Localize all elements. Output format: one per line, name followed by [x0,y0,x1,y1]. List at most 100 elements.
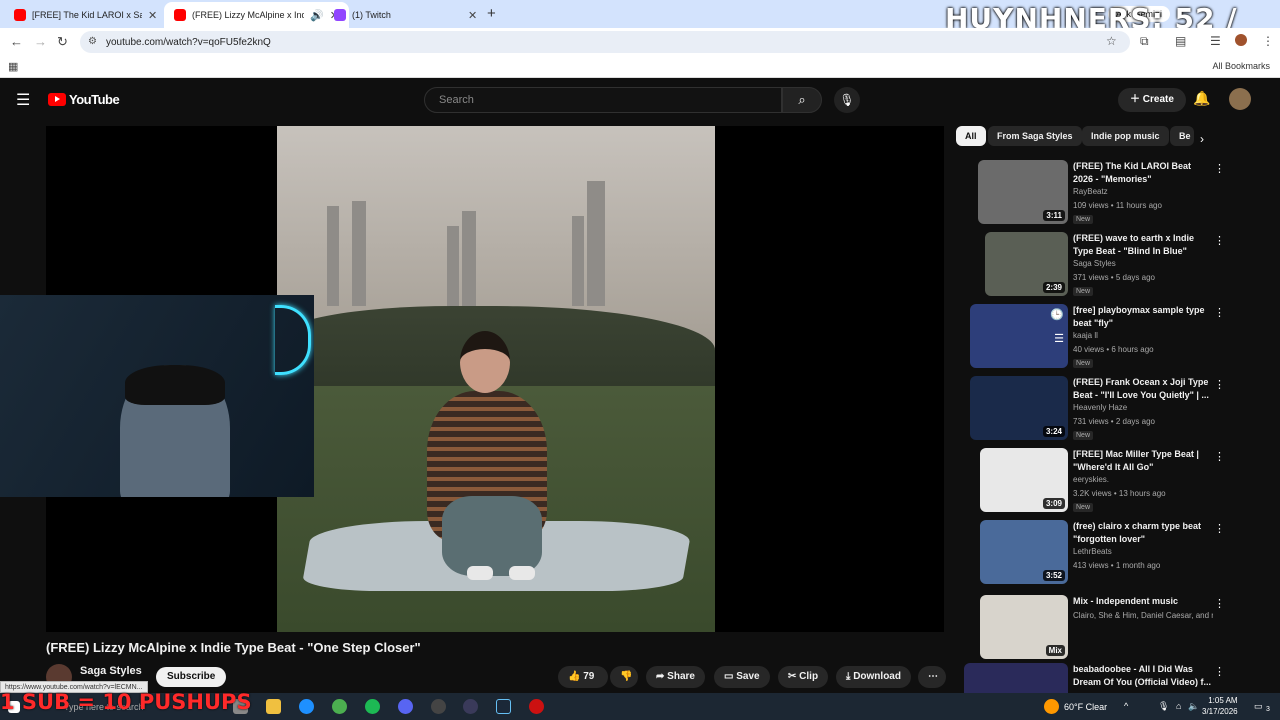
share-button[interactable]: ➦ Share [646,666,705,688]
recommendation-item[interactable]: Mix Mix - Independent music Clairo, She … [956,595,1228,663]
notifications-icon[interactable]: ▭ [1254,701,1263,712]
obs-icon[interactable] [431,699,446,714]
chevron-right-icon[interactable]: › [1200,132,1204,146]
site-info-icon[interactable]: ⚙ [88,36,97,47]
app-icon[interactable] [463,699,478,714]
file-explorer-icon[interactable] [266,699,281,714]
recommendation-title[interactable]: [free] playboymax sample type beat "fly" [1073,304,1213,330]
spotify-icon[interactable] [365,699,380,714]
more-vert-icon[interactable]: ⋮ [1214,597,1225,610]
menu-dots-icon[interactable]: ⋮ [1262,34,1274,48]
new-tab-icon[interactable]: + [487,5,496,22]
recommendation-title[interactable]: beabadoobee - All I Did Was Dream Of You… [1073,663,1213,689]
recommendation-channel[interactable]: eeryskies. [1073,475,1109,484]
video-thumbnail[interactable]: 2:39 [985,232,1068,296]
save-button[interactable]: ▭ Save [714,666,770,688]
recommendation-title[interactable]: (FREE) Frank Ocean x Joji Type Beat - "I… [1073,376,1213,402]
recommendation-channel[interactable]: RayBeatz [1073,187,1108,196]
recommendation-item[interactable]: 3:11 (FREE) The Kid LAROI Beat 2026 - "M… [956,160,1228,228]
volume-icon[interactable]: 🔈 [1188,701,1199,712]
reading-list-icon[interactable]: ☰ [1210,34,1221,48]
recommendation-item[interactable]: 🕒 ☰ [free] playboymax sample type beat "… [956,304,1228,372]
hamburger-menu-icon[interactable]: ☰ [16,90,30,110]
more-vert-icon[interactable]: ⋮ [1214,162,1225,175]
opera-icon[interactable] [529,699,544,714]
recommendation-item[interactable]: 2:39 (FREE) wave to earth x Indie Type B… [956,232,1228,300]
apps-grid-icon[interactable]: ▦ [8,60,18,73]
dislike-button[interactable]: 👎 [610,666,638,688]
speaker-icon[interactable]: 🔊 [310,9,324,22]
microphone-tray-icon[interactable]: 🎙 [1158,701,1169,712]
recommendation-item[interactable]: 3:52 (free) clairo x charm type beat "fo… [956,520,1228,588]
chip-indie-pop-music[interactable]: Indie pop music [1082,126,1169,146]
video-thumbnail[interactable]: 3:09 [980,448,1068,512]
extensions-icon[interactable]: ⧉ [1140,34,1149,49]
voice-search-button[interactable]: 🎙 [834,87,860,113]
recommendation-title[interactable]: (FREE) wave to earth x Indie Type Beat -… [1073,232,1213,258]
video-thumbnail[interactable]: 🕒 ☰ [970,304,1068,368]
browser-tab-active[interactable]: (FREE) Lizzy McAlpine x Indi 🔊 ✕ [164,2,349,28]
recommendation-title[interactable]: [FREE] Mac Miller Type Beat | "Where'd I… [1073,448,1213,474]
address-bar[interactable]: ⚙ youtube.com/watch?v=qoFU5fe2knQ [80,31,1130,53]
video-thumbnail[interactable]: 3:11 [978,160,1068,224]
back-icon[interactable]: ← [10,34,23,49]
subscribe-button[interactable]: Subscribe [156,667,227,687]
create-button[interactable]: ＋ Create [1118,88,1186,112]
discord-icon[interactable] [398,699,413,714]
browser-tab[interactable]: (1) Twitch ✕ [324,2,487,28]
channel-name[interactable]: Saga Styles [80,665,142,677]
search-button[interactable]: ⌕ [782,87,822,113]
chip-partial[interactable]: Be [1170,126,1194,146]
more-vert-icon[interactable]: ⋮ [1214,378,1225,391]
chip-from-saga-styles[interactable]: From Saga Styles [988,126,1082,146]
more-vert-icon[interactable]: ⋮ [1214,522,1225,535]
youtube-logo[interactable]: YouTube [48,92,120,107]
watch-later-icon[interactable]: 🕒 [1050,308,1064,321]
search-input[interactable]: Search [424,87,782,113]
download-button[interactable]: ⤓ Download [836,666,911,688]
tray-chevron-icon[interactable]: ^ [1124,701,1128,711]
close-icon[interactable]: ✕ [468,9,477,22]
create-label: Create [1142,94,1174,105]
more-vert-icon[interactable]: ⋮ [1214,665,1225,678]
bookmark-star-icon[interactable]: ☆ [1106,34,1117,48]
recommendation-title[interactable]: Mix - Independent music [1073,595,1213,608]
recommendation-item[interactable]: 3:09 [FREE] Mac Miller Type Beat | "Wher… [956,448,1228,516]
add-to-queue-icon[interactable]: ☰ [1054,332,1064,345]
recommendation-item[interactable]: beabadoobee - All I Did Was Dream Of You… [956,663,1228,693]
video-thumbnail[interactable]: 3:52 [980,520,1068,584]
recommendation-channel[interactable]: LethrBeats [1073,547,1112,556]
like-button[interactable]: 👍 79 [558,666,608,688]
recommendation-channel[interactable]: Saga Styles [1073,259,1116,268]
recommendation-item[interactable]: 3:24 (FREE) Frank Ocean x Joji Type Beat… [956,376,1228,444]
all-bookmarks-link[interactable]: All Bookmarks [1212,61,1270,71]
chip-all[interactable]: All [956,126,986,146]
video-thumbnail[interactable] [964,663,1068,693]
close-icon[interactable]: ✕ [148,9,157,22]
recommendation-title[interactable]: (FREE) The Kid LAROI Beat 2026 - "Memori… [1073,160,1213,186]
browser-tab[interactable]: [FREE] The Kid LAROI x Sample ✕ [4,2,167,28]
recommendation-title[interactable]: (free) clairo x charm type beat "forgott… [1073,520,1213,546]
recommendation-channel[interactable]: Heavenly Haze [1073,403,1127,412]
media-icon[interactable]: ▤ [1175,34,1186,48]
more-vert-icon[interactable]: ⋮ [1214,234,1225,247]
reload-icon[interactable]: ↻ [57,34,68,50]
steam-icon[interactable] [496,699,511,714]
edge-icon[interactable] [299,699,314,714]
more-vert-icon[interactable]: ⋮ [1214,306,1225,319]
chrome-icon[interactable] [332,699,347,714]
share-label: Share [667,671,695,682]
taskbar-clock[interactable]: 1:05 AM 3/17/2026 [1202,695,1238,717]
video-thumbnail[interactable]: 3:24 [970,376,1068,440]
profile-avatar[interactable] [1235,34,1247,46]
more-actions-button[interactable]: ⋯ [918,666,946,688]
clip-button[interactable]: ✂ Clip [778,666,829,688]
network-icon[interactable]: ⌂ [1176,701,1181,711]
weather-text[interactable]: 60°F Clear [1064,702,1107,712]
mix-thumbnail[interactable]: Mix [980,595,1068,659]
more-vert-icon[interactable]: ⋮ [1214,450,1225,463]
forward-icon[interactable]: → [34,34,47,49]
recommendation-channel[interactable]: kaaja ll [1073,331,1098,340]
notifications-bell-icon[interactable]: 🔔 [1193,90,1210,107]
avatar[interactable] [1229,88,1251,110]
